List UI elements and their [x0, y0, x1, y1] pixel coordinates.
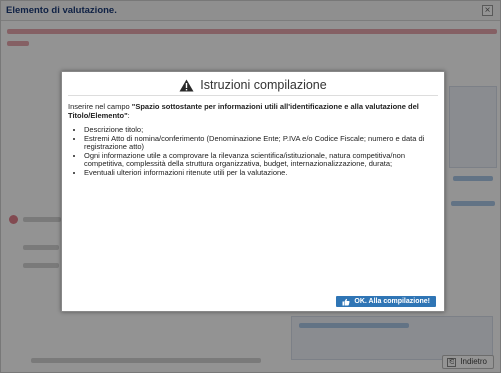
list-item: Estremi Atto di nomina/conferimento (Den…: [84, 134, 438, 152]
thumbs-up-icon: [342, 298, 350, 305]
ok-button-label: OK. Alla compilazione!: [354, 298, 430, 305]
intro-suffix: :: [127, 110, 130, 120]
instructions-list: Descrizione titolo; Estremi Atto di nomi…: [68, 125, 438, 178]
list-item: Eventuali ulteriori informazioni ritenut…: [84, 168, 438, 178]
dialog-body: Inserire nel campo "Spazio sottostante p…: [62, 96, 444, 177]
ok-button[interactable]: OK. Alla compilazione!: [336, 296, 436, 307]
dialog-header: Istruzioni compilazione: [62, 77, 444, 93]
instructions-dialog: Istruzioni compilazione Inserire nel cam…: [61, 71, 445, 312]
warning-triangle-icon: [179, 79, 194, 91]
dialog-intro: Inserire nel campo "Spazio sottostante p…: [68, 102, 438, 120]
dialog-title: Istruzioni compilazione: [200, 78, 327, 92]
list-item: Ogni informazione utile a comprovare la …: [84, 151, 438, 169]
